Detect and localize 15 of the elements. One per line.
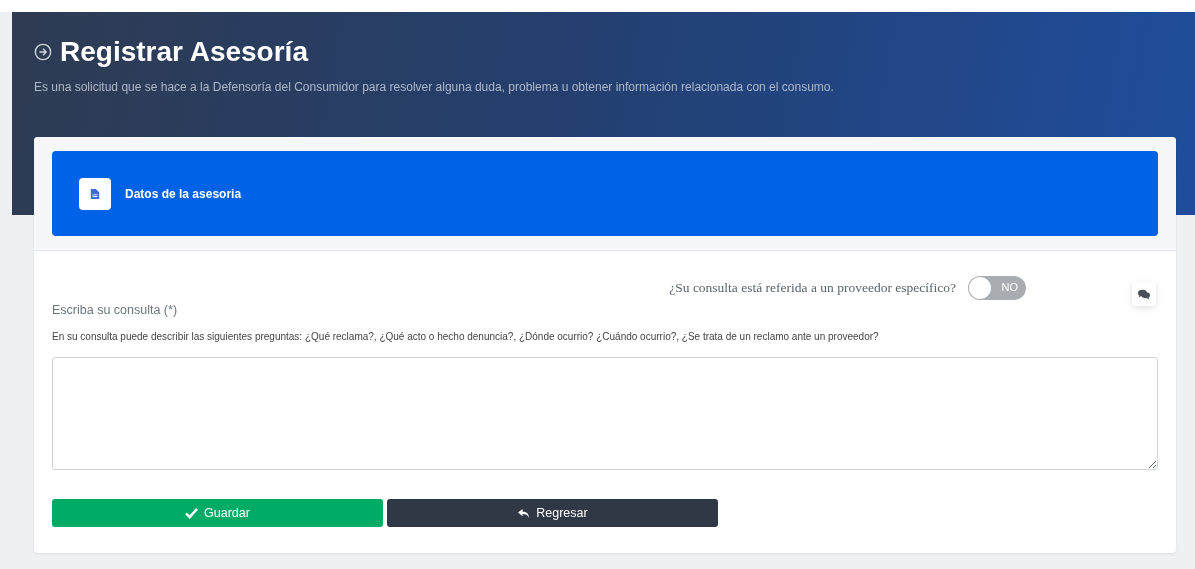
document-icon — [79, 177, 111, 210]
section-title: Datos de la asesoria — [125, 186, 242, 201]
check-icon — [185, 507, 199, 519]
reply-arrow-icon — [517, 507, 531, 519]
question-label: ¿Su consulta está referida a un proveedor específico? — [669, 280, 956, 296]
back-button[interactable]: Regresar — [387, 499, 718, 527]
arrow-circle-icon — [34, 43, 52, 61]
page-subtitle: Es una solicitud que se hace a la Defensoría del Consumidor para resolver alguna duda, problema u obtener información relacionada con el consumo. — [34, 80, 835, 94]
toggle-switch[interactable]: NO — [968, 276, 1026, 300]
save-button[interactable]: Guardar — [52, 499, 383, 527]
page-title: Registrar Asesoría — [60, 36, 308, 68]
query-field[interactable] — [52, 357, 1158, 470]
field-hint: En su consulta puede describir las siguientes preguntas: ¿Qué reclama?, ¿Qué acto o hecho denuncia?, ¿Dónde ocurrio? ¿Cuándo ocurrio?, ¿Se trata de un reclamo ante un proveedor? — [52, 331, 880, 342]
field-label: Escriba su consulta (*) — [52, 303, 179, 317]
chat-icon[interactable] — [1132, 282, 1156, 306]
